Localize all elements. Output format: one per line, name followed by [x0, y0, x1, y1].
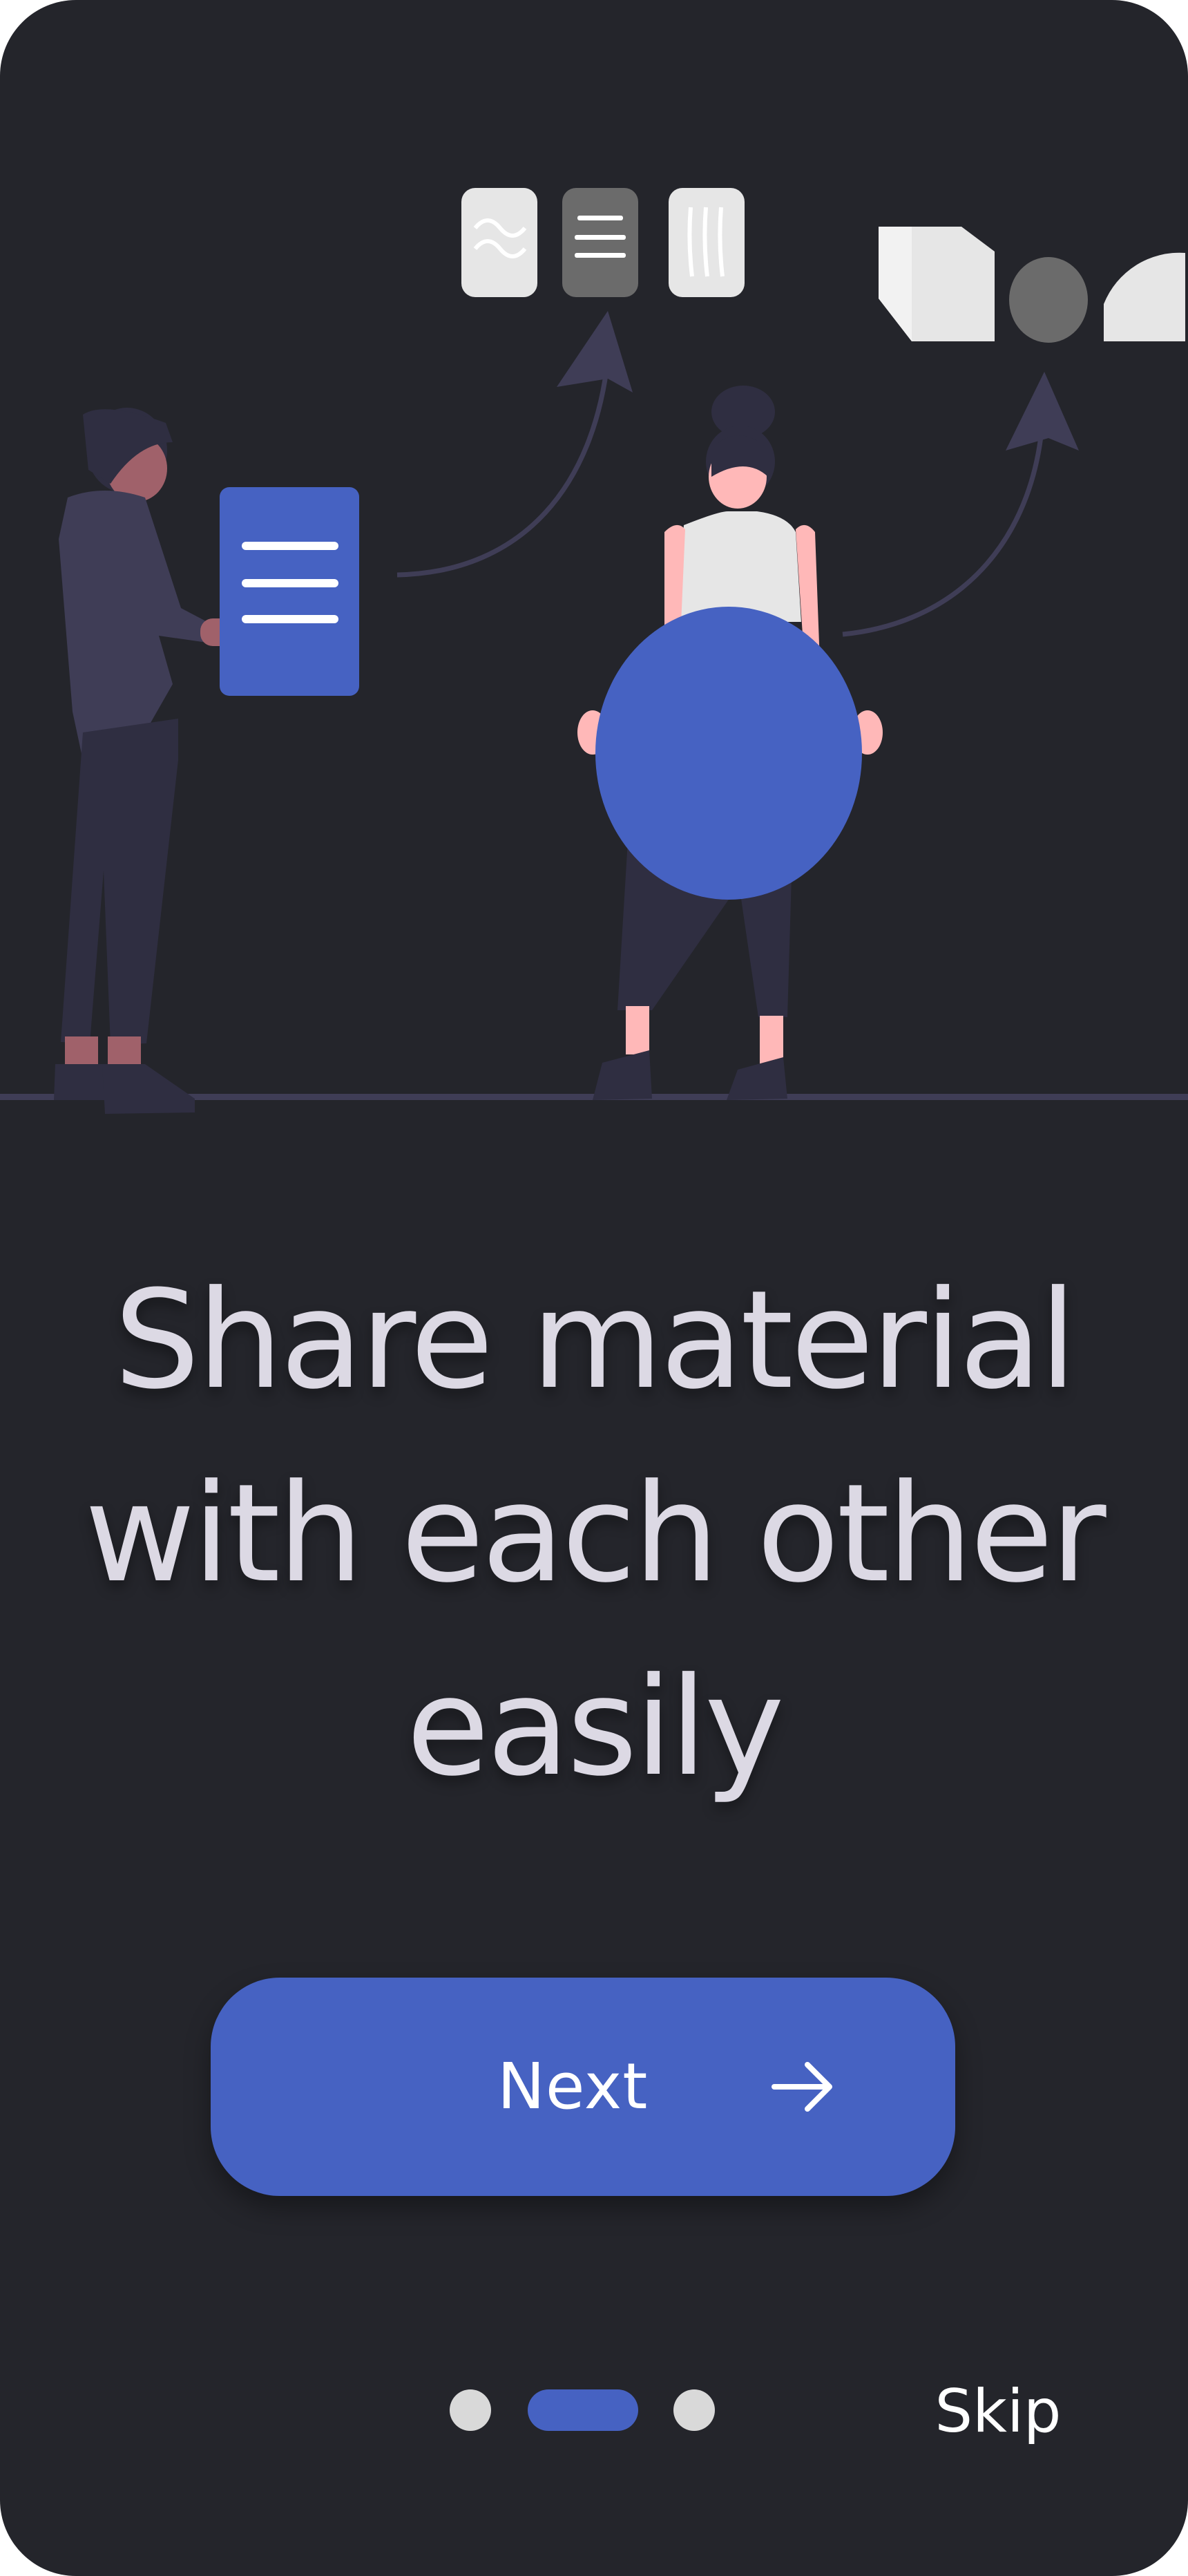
headline-line-3: easily: [406, 1649, 785, 1806]
page-dot-1[interactable]: [450, 2389, 491, 2431]
material-cards: [461, 188, 745, 297]
page-dot-2-active[interactable]: [528, 2389, 638, 2431]
onboarding-headline: Share material with each other easily: [55, 1244, 1133, 1824]
onboarding-screen: Share material with each other easily Ne…: [0, 0, 1188, 2576]
document-icon: [220, 487, 359, 696]
man-figure: [54, 408, 242, 1114]
headline-line-1: Share material: [114, 1262, 1077, 1419]
blue-circle-shape: [595, 607, 862, 900]
arrow-right-icon: [772, 2062, 832, 2112]
half-circle-shape: [1104, 252, 1185, 341]
material-shapes: [879, 227, 1185, 343]
headline-line-2: with each other: [84, 1455, 1106, 1613]
people-sharing-illustration: [0, 188, 1188, 1114]
arrow-path-left: [396, 359, 611, 578]
page-dot-3[interactable]: [673, 2389, 715, 2431]
skip-button[interactable]: Skip: [919, 2370, 1077, 2453]
circle-shape: [1009, 257, 1088, 343]
card-lines: [562, 188, 638, 297]
card-wave: [461, 188, 537, 297]
next-button[interactable]: Next: [211, 1978, 955, 2196]
next-button-label: Next: [497, 2049, 649, 2123]
